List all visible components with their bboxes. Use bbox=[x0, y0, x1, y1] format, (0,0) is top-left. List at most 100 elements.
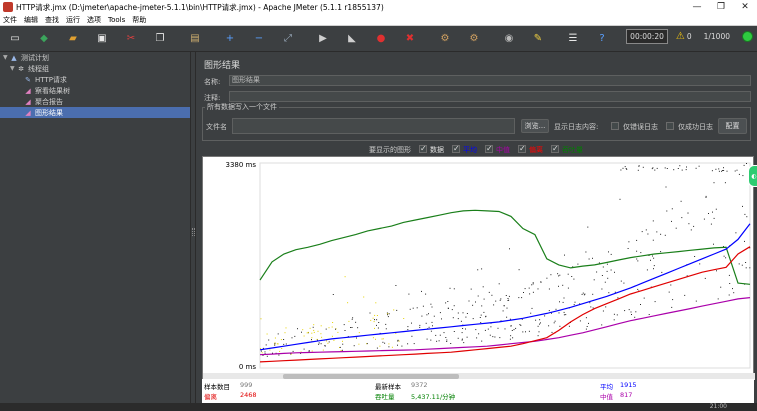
graph-series-checkbox[interactable]: ✓ bbox=[419, 145, 427, 153]
menu-item[interactable]: 文件 bbox=[3, 15, 17, 25]
tree-node[interactable]: ◢ 图形结果 bbox=[0, 107, 190, 118]
menu-item[interactable]: 选项 bbox=[87, 15, 101, 25]
data-point bbox=[583, 294, 585, 296]
data-point bbox=[375, 338, 376, 340]
warning-count: 0 bbox=[686, 32, 692, 41]
close-button[interactable]: ✕ bbox=[733, 2, 757, 12]
stop-icon[interactable]: ● bbox=[371, 29, 391, 49]
expand-arrow-icon[interactable]: ▼ bbox=[3, 54, 10, 61]
data-point bbox=[441, 318, 442, 320]
clear-icon[interactable]: ⚙ bbox=[435, 29, 455, 49]
menu-item[interactable]: 编辑 bbox=[24, 15, 38, 25]
start-icon[interactable]: ▶ bbox=[313, 29, 333, 49]
tree-node[interactable]: ◢ 察看结果树 bbox=[0, 85, 190, 96]
data-point bbox=[425, 322, 427, 324]
help-icon[interactable]: ? bbox=[592, 29, 612, 49]
data-point bbox=[462, 312, 464, 314]
graph-series-checkbox[interactable]: ✓ bbox=[485, 145, 493, 153]
expand-arrow-icon[interactable]: ▼ bbox=[10, 65, 17, 72]
data-point bbox=[568, 325, 570, 327]
errors-only-checkbox[interactable] bbox=[611, 122, 619, 130]
graph-series-checkbox[interactable]: ✓ bbox=[452, 145, 460, 153]
data-point bbox=[481, 340, 483, 342]
data-point bbox=[653, 265, 655, 267]
data-point bbox=[269, 349, 271, 351]
data-point bbox=[366, 343, 368, 345]
menu-item[interactable]: 查找 bbox=[45, 15, 59, 25]
menu-item[interactable]: 运行 bbox=[66, 15, 80, 25]
data-point bbox=[457, 318, 459, 320]
data-point bbox=[625, 168, 627, 169]
tree-node-label: 测试计划 bbox=[21, 53, 49, 62]
data-point bbox=[279, 350, 281, 352]
data-point bbox=[489, 334, 491, 336]
new-icon[interactable]: ▭ bbox=[5, 29, 25, 49]
warning-icon[interactable]: ⚠ bbox=[676, 31, 685, 42]
data-point bbox=[320, 333, 322, 335]
browse-button[interactable]: 浏览... bbox=[521, 119, 549, 133]
expand-icon[interactable]: + bbox=[220, 29, 240, 49]
data-point bbox=[687, 212, 689, 214]
minimize-button[interactable]: — bbox=[685, 2, 709, 12]
data-point bbox=[738, 173, 740, 175]
open-icon[interactable]: ▰ bbox=[63, 29, 83, 49]
filename-input[interactable] bbox=[232, 118, 515, 134]
data-point bbox=[602, 266, 604, 268]
name-field[interactable]: 图形结果 bbox=[229, 75, 751, 86]
toggle-icon[interactable]: ⤢ bbox=[278, 29, 298, 49]
collapse-icon[interactable]: − bbox=[249, 29, 269, 49]
comment-field[interactable] bbox=[229, 91, 751, 102]
split-pane-divider[interactable] bbox=[191, 52, 196, 403]
data-point bbox=[421, 290, 422, 292]
start-no-pause-icon[interactable]: ◣ bbox=[342, 29, 362, 49]
data-point bbox=[313, 329, 315, 331]
divider-grip-icon[interactable] bbox=[192, 228, 195, 236]
data-point bbox=[624, 310, 626, 312]
tree-node[interactable]: ✎ HTTP请求 bbox=[0, 74, 190, 85]
data-point bbox=[608, 292, 610, 294]
side-floating-badge[interactable]: ◐ bbox=[748, 165, 757, 187]
graph-series-checkbox[interactable]: ✓ bbox=[551, 145, 559, 153]
data-point bbox=[581, 293, 583, 295]
clear-all-icon[interactable]: ⚙ bbox=[464, 29, 484, 49]
configure-button[interactable]: 配置 bbox=[718, 118, 747, 134]
data-point bbox=[681, 169, 683, 171]
data-point bbox=[636, 258, 638, 260]
tree-node[interactable]: ◢ 聚合报告 bbox=[0, 96, 190, 107]
menu-item[interactable]: 帮助 bbox=[132, 15, 146, 25]
data-point bbox=[265, 344, 267, 346]
paste-icon[interactable]: ▤ bbox=[185, 29, 205, 49]
graph-series-checkbox[interactable]: ✓ bbox=[518, 145, 526, 153]
shutdown-icon[interactable]: ✖ bbox=[400, 29, 420, 49]
data-point bbox=[453, 305, 455, 307]
samples-value: 999 bbox=[240, 381, 253, 389]
data-point bbox=[628, 241, 630, 243]
data-point bbox=[421, 315, 423, 317]
data-point bbox=[640, 304, 641, 305]
data-point bbox=[588, 258, 590, 260]
data-point bbox=[508, 295, 510, 297]
data-point bbox=[562, 301, 564, 303]
tree-node[interactable]: ▼ ✲ 线程组 bbox=[0, 63, 190, 74]
restore-button[interactable]: ❐ bbox=[709, 2, 733, 12]
function-helper-icon[interactable]: ☰ bbox=[563, 29, 583, 49]
data-point bbox=[539, 319, 541, 321]
data-point bbox=[499, 299, 501, 301]
success-only-checkbox[interactable] bbox=[666, 122, 674, 130]
save-icon[interactable]: ▣ bbox=[92, 29, 112, 49]
data-point bbox=[715, 168, 717, 170]
search-icon[interactable]: ◉ bbox=[499, 29, 519, 49]
tree-node[interactable]: ▼ ▲ 测试计划 bbox=[0, 52, 190, 63]
reset-search-icon[interactable]: ✎ bbox=[528, 29, 548, 49]
templates-icon[interactable]: ◆ bbox=[34, 29, 54, 49]
data-point bbox=[654, 169, 656, 171]
data-point bbox=[511, 330, 513, 331]
copy-icon[interactable]: ❐ bbox=[150, 29, 170, 49]
data-point bbox=[331, 326, 333, 328]
data-point bbox=[468, 300, 470, 302]
data-point bbox=[339, 346, 341, 348]
data-point bbox=[422, 305, 424, 307]
cut-icon[interactable]: ✂ bbox=[121, 29, 141, 49]
menu-item[interactable]: Tools bbox=[108, 16, 125, 24]
data-point bbox=[654, 301, 656, 303]
